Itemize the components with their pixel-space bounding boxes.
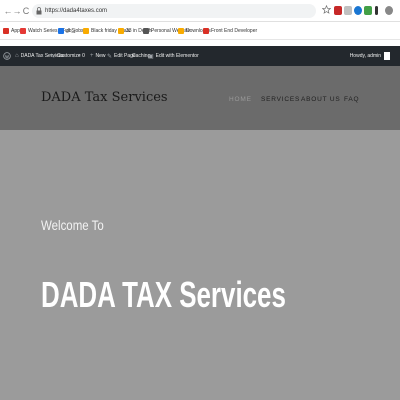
address-bar[interactable]: https://dada4taxes.com	[32, 4, 316, 18]
hero-title: DADA TAX Services	[41, 274, 286, 315]
extension-icon[interactable]	[375, 6, 378, 15]
bookmark-icon	[203, 28, 209, 34]
globe-icon	[143, 28, 149, 34]
site-header: DADA Tax Services HOME SERVICES ABOUT US…	[0, 66, 400, 130]
nav-home[interactable]: HOME	[229, 96, 252, 103]
url-text: https://dada4taxes.com	[45, 8, 108, 14]
wp-logo-button[interactable]	[3, 46, 11, 66]
profile-icon[interactable]	[385, 6, 393, 15]
wp-admin-bar: ⌂ DADA Tax Services ✎ Customize ▪ 0 + New ✎ E…	[0, 46, 400, 66]
bookmark-item[interactable]: go_jobs	[58, 22, 84, 40]
folder-icon	[178, 28, 184, 34]
extension-icon[interactable]	[364, 6, 372, 15]
extension-icon[interactable]	[354, 6, 362, 15]
lock-icon	[36, 7, 42, 15]
extension-icon[interactable]	[334, 6, 342, 15]
apps-icon	[3, 28, 9, 34]
wp-customize-link[interactable]: ✎ Customize	[50, 46, 81, 66]
wp-new-link[interactable]: + New	[90, 46, 106, 66]
browser-address-row: ← → C https://dada4taxes.com	[0, 0, 400, 22]
plus-icon: +	[90, 53, 94, 59]
elementor-icon: ▣	[148, 53, 154, 60]
home-icon: ⌂	[15, 53, 19, 59]
brush-icon: ✎	[50, 53, 56, 60]
nav-about-us[interactable]: ABOUT US	[301, 96, 341, 103]
wp-account-menu[interactable]: Howdy, admin	[350, 46, 390, 66]
folder-icon	[118, 28, 124, 34]
star-icon[interactable]	[322, 5, 331, 14]
bookmarks-bar: Apps Watch Series - Full S go_jobs Black…	[0, 22, 400, 40]
bookmark-item[interactable]: Front End Developer	[203, 22, 257, 40]
bookmark-icon	[58, 28, 64, 34]
wordpress-icon	[3, 52, 11, 60]
reload-button[interactable]: C	[21, 5, 31, 17]
folder-icon	[83, 28, 89, 34]
wp-elementor-link[interactable]: ▣ Edit with Elementor	[148, 46, 199, 66]
wp-comments-link[interactable]: ▪ 0	[78, 46, 85, 66]
avatar	[384, 52, 390, 60]
site-title[interactable]: DADA Tax Services	[41, 90, 168, 105]
nav-faq[interactable]: FAQ	[344, 96, 359, 103]
nav-services[interactable]: SERVICES	[261, 96, 300, 103]
hero-welcome: Welcome To	[41, 217, 104, 233]
bookmark-icon	[20, 28, 26, 34]
pencil-icon: ✎	[107, 53, 113, 60]
extension-icon[interactable]	[344, 6, 352, 15]
hero-section: Welcome To DADA TAX Services	[0, 130, 400, 400]
comment-icon: ▪	[78, 53, 81, 59]
